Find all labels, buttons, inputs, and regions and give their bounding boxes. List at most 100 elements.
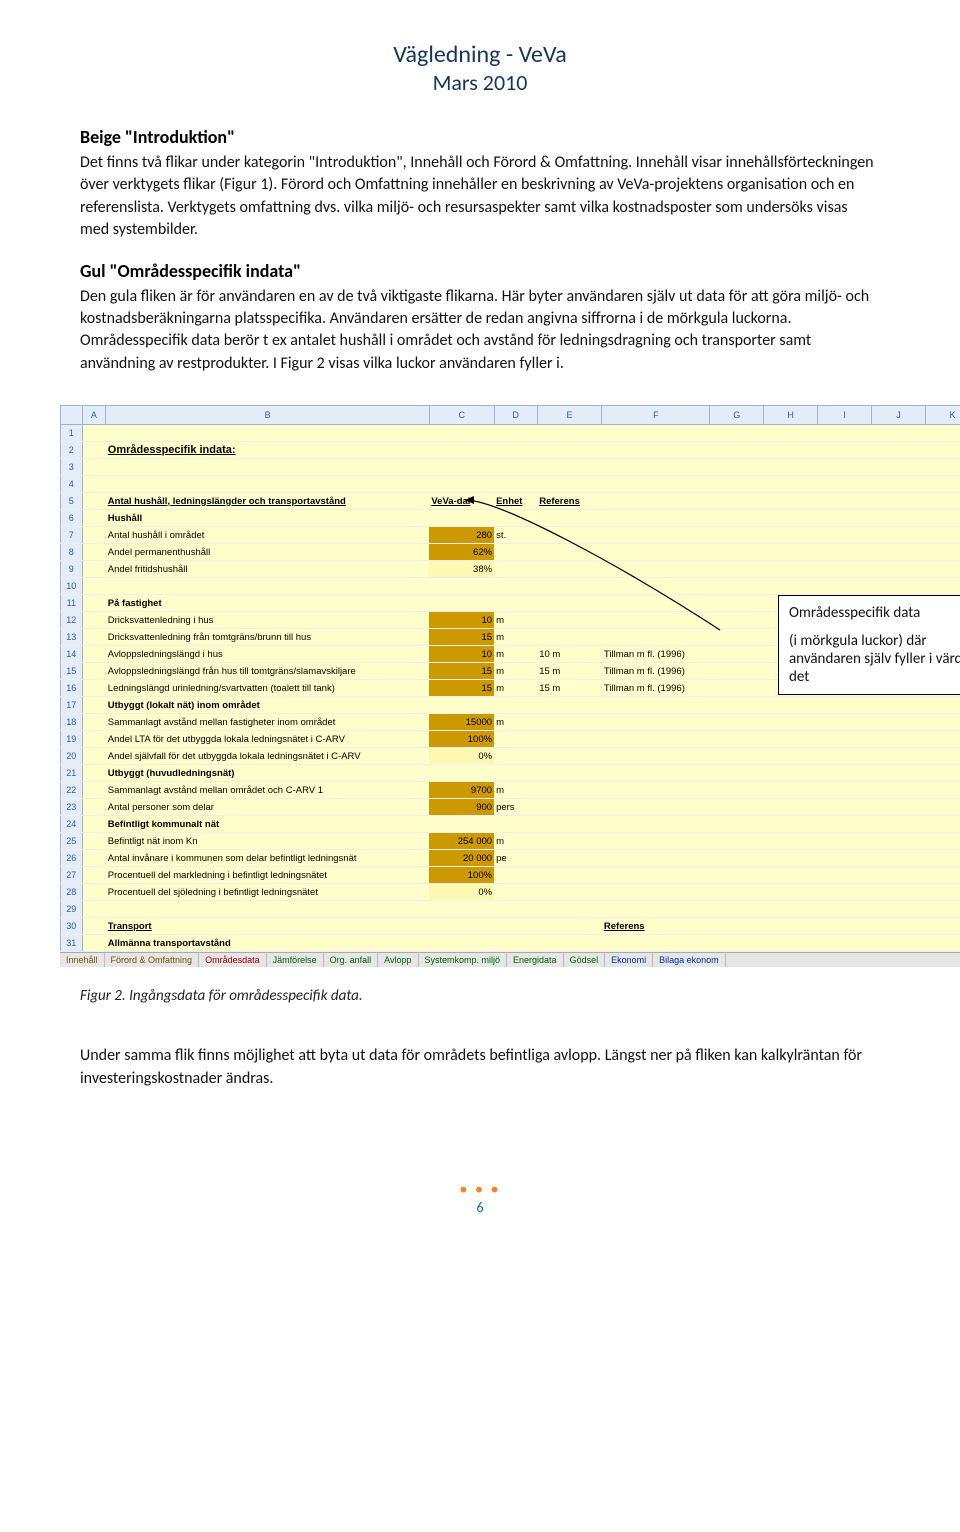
ss-r23-label: Antal personer som delar: [106, 799, 430, 816]
section1-body: Det finns två flikar under kategorin "In…: [80, 152, 880, 242]
col-H: H: [764, 406, 818, 425]
ss-r20-label: Andel självfall för det utbyggda lokala …: [106, 748, 430, 765]
tab-5[interactable]: Avlopp: [378, 953, 418, 967]
ss-r9-label: Andel fritidshushåll: [106, 561, 430, 578]
ss-r13-val[interactable]: 15: [429, 629, 494, 646]
section2-heading: Gul "Områdesspecifik indata": [80, 260, 880, 282]
ss-r14-label: Avloppsledningslängd i hus: [106, 646, 430, 663]
ss-r20-val: 0%: [429, 748, 494, 765]
ss-r25-label: Befintligt nät inom Kn: [106, 833, 430, 850]
tab-7[interactable]: Energidata: [507, 953, 564, 967]
tab-6[interactable]: Systemkomp. miljö: [419, 953, 508, 967]
ss-r22-val[interactable]: 9700: [429, 782, 494, 799]
ss-r11: På fastighet: [106, 595, 430, 612]
ss-r5-label: Antal hushåll, ledningslängder och trans…: [106, 493, 430, 510]
ss-r16-ref: Tillman m fl. (1996): [602, 680, 710, 697]
ss-r14-ref: Tillman m fl. (1996): [602, 646, 710, 663]
ss-r16-label: Ledningslängd urinledning/svartvatten (t…: [106, 680, 430, 697]
ss-r15-label: Avloppsledningslängd från hus till tomtg…: [106, 663, 430, 680]
ss-r8-val[interactable]: 62%: [429, 544, 494, 561]
col-D: D: [494, 406, 537, 425]
ss-r5-veva: VeVa-dal: [429, 493, 494, 510]
tab-0[interactable]: Innehåll: [60, 953, 105, 967]
col-header-row: A B C D E F G H I J K: [61, 406, 960, 425]
ss-r26-u: pe: [494, 850, 537, 867]
ss-r16-val[interactable]: 15: [429, 680, 494, 697]
col-I: I: [818, 406, 872, 425]
ss-r9-val: 38%: [429, 561, 494, 578]
annotation-title: Områdesspecifik data: [789, 604, 960, 622]
ss-r18-u: m: [494, 714, 537, 731]
ss-r18-val[interactable]: 15000: [429, 714, 494, 731]
ss-r23-val[interactable]: 900: [429, 799, 494, 816]
col-J: J: [872, 406, 926, 425]
ss-title-cell: Områdesspecifik indata:: [106, 442, 430, 459]
ss-r28-label: Procentuell del sjöledning i befintligt …: [106, 884, 430, 901]
ss-r21: Utbyggt (huvudledningsnät): [106, 765, 430, 782]
ss-r17: Utbyggt (lokalt nät) inom området: [106, 697, 430, 714]
ss-r12-label: Dricksvattenledning i hus: [106, 612, 430, 629]
ss-r16-d: 15 m: [537, 680, 602, 697]
ss-r15-d: 15 m: [537, 663, 602, 680]
annotation-callout: Områdesspecifik data (i mörkgula luckor)…: [778, 595, 960, 695]
ss-r12-u: m: [494, 612, 537, 629]
ss-r15-ref: Tillman m fl. (1996): [602, 663, 710, 680]
tab-10[interactable]: Bilaga ekonom: [653, 953, 726, 967]
col-K: K: [925, 406, 960, 425]
figure-caption: Figur 2. Ingångsdata för områdesspecifik…: [80, 987, 880, 1005]
ss-r25-val[interactable]: 254 000: [429, 833, 494, 850]
col-G: G: [710, 406, 764, 425]
tab-8[interactable]: Gödsel: [564, 953, 606, 967]
ss-r18-label: Sammanlagt avstånd mellan fastigheter in…: [106, 714, 430, 731]
tab-2[interactable]: Områdesdata: [199, 953, 267, 967]
col-F: F: [602, 406, 710, 425]
tab-3[interactable]: Jämförelse: [267, 953, 324, 967]
ss-r7-u: st.: [494, 527, 537, 544]
footer-dots-icon: • • •: [80, 1180, 880, 1199]
ss-r6: Hushåll: [106, 510, 430, 527]
ss-r5-ref: Referens: [537, 493, 602, 510]
page-footer: • • • 6: [80, 1180, 880, 1216]
tab-4[interactable]: Org. anfall: [324, 953, 379, 967]
ss-r12-val[interactable]: 10: [429, 612, 494, 629]
ss-r19-label: Andel LTA för det utbyggda lokala lednin…: [106, 731, 430, 748]
ss-r27-val[interactable]: 100%: [429, 867, 494, 884]
ss-r31: Allmänna transportavstånd: [106, 935, 430, 952]
ss-r28-val: 0%: [429, 884, 494, 901]
page-header-title: Vägledning - VeVa: [80, 40, 880, 69]
ss-r30: Transport: [106, 918, 430, 935]
tab-1[interactable]: Förord & Omfattning: [105, 953, 200, 967]
ss-r14-val[interactable]: 10: [429, 646, 494, 663]
col-B: B: [106, 406, 430, 425]
col-C: C: [429, 406, 494, 425]
ss-r23-u: pers: [494, 799, 537, 816]
ss-r8-label: Andel permanenthushåll: [106, 544, 430, 561]
ss-r7-label: Antal hushåll i området: [106, 527, 430, 544]
ss-r7-val[interactable]: 280: [429, 527, 494, 544]
ss-r14-d: 10 m: [537, 646, 602, 663]
page-number: 6: [80, 1199, 880, 1216]
ss-r22-label: Sammanlagt avstånd mellan området och C-…: [106, 782, 430, 799]
ss-r15-val[interactable]: 15: [429, 663, 494, 680]
ss-r24: Befintligt kommunalt nät: [106, 816, 430, 833]
ss-r15-u: m: [494, 663, 537, 680]
ss-r13-u: m: [494, 629, 537, 646]
ss-r5-unit: Enhet: [494, 493, 537, 510]
tab-9[interactable]: Ekonomi: [605, 953, 653, 967]
ss-r25-u: m: [494, 833, 537, 850]
ss-r14-u: m: [494, 646, 537, 663]
ss-r26-val[interactable]: 20 000: [429, 850, 494, 867]
ss-r19-val[interactable]: 100%: [429, 731, 494, 748]
ss-r30-ref: Referens: [602, 918, 710, 935]
ss-r26-label: Antal invånare i kommunen som delar befi…: [106, 850, 430, 867]
spreadsheet-figure: A B C D E F G H I J K 1 2Områdesspecifik…: [60, 405, 960, 967]
ss-r27-label: Procentuell del markledning i befintligt…: [106, 867, 430, 884]
page-header-subtitle: Mars 2010: [80, 69, 880, 96]
annotation-body: (i mörkgula luckor) där användaren själv…: [789, 632, 960, 686]
lower-paragraph: Under samma flik finns möjlighet att byt…: [80, 1045, 880, 1090]
col-corner: [61, 406, 83, 425]
col-E: E: [537, 406, 602, 425]
ss-r22-u: m: [494, 782, 537, 799]
sheet-tabs: Innehåll Förord & Omfattning Områdesdata…: [60, 952, 960, 967]
section2-body: Den gula fliken är för användaren en av …: [80, 286, 880, 376]
